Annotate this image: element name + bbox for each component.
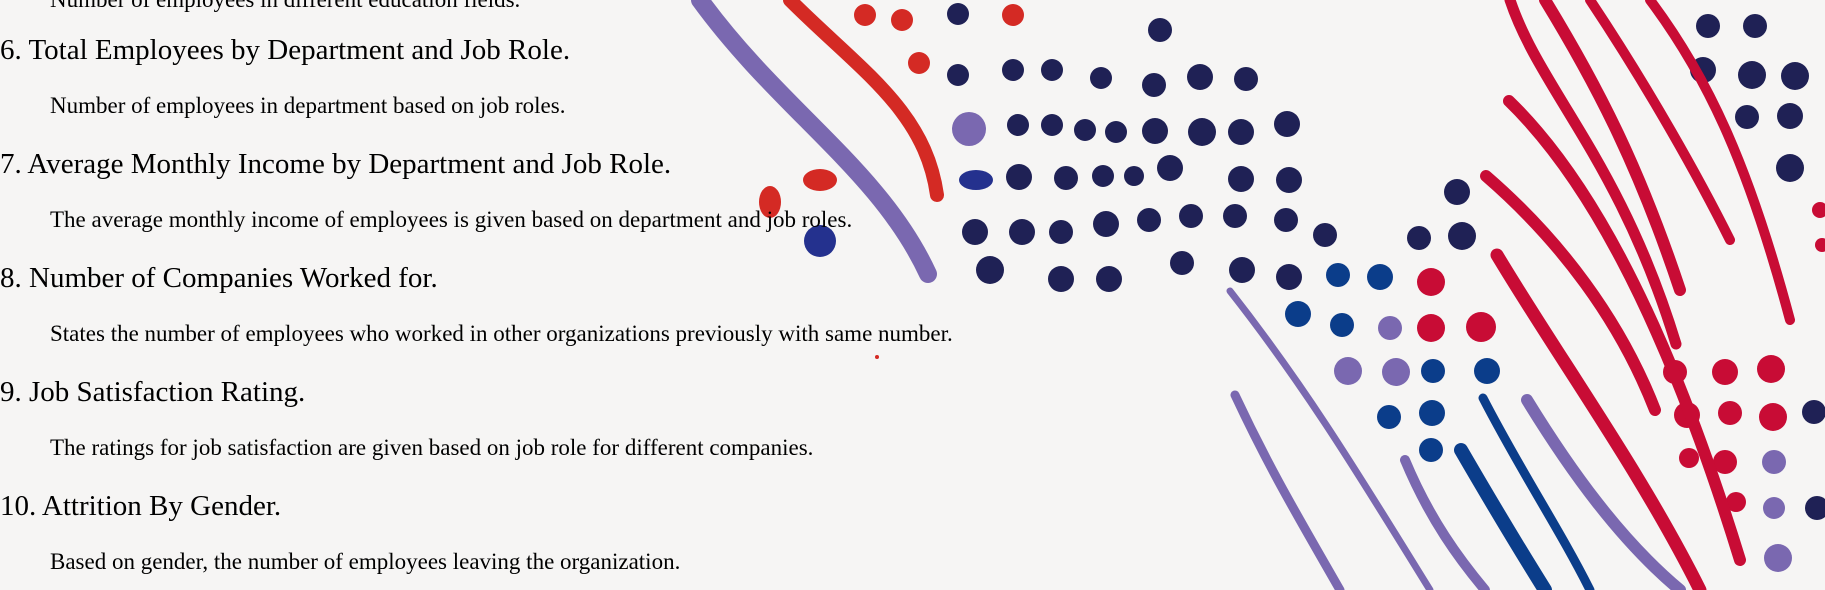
section-heading: 6. Total Employees by Department and Job… (0, 34, 570, 67)
section-description: States the number of employees who worke… (50, 321, 953, 346)
section-description: Number of employees in department based … (50, 93, 566, 118)
section-title: Job Satisfaction Rating. (29, 376, 306, 408)
section-number: 8. (0, 262, 22, 294)
section-title: Average Monthly Income by Department and… (27, 148, 672, 180)
section-heading: 8. Number of Companies Worked for. (0, 262, 438, 295)
section-description: The average monthly income of employees … (50, 207, 853, 232)
section-description: Based on gender, the number of employees… (50, 549, 681, 574)
partial-description: Number of employees in different educati… (50, 0, 520, 13)
section-heading: 9. Job Satisfaction Rating. (0, 376, 305, 409)
section-number: 7. (0, 148, 22, 180)
section-title: Attrition By Gender. (41, 490, 282, 522)
section-number: 9. (0, 376, 22, 408)
document-body: Number of employees in different educati… (0, 0, 1825, 590)
section-heading: 10. Attrition By Gender. (0, 490, 281, 523)
section-number: 10. (0, 490, 37, 522)
section-title: Total Employees by Department and Job Ro… (28, 34, 571, 66)
section-number: 6. (0, 34, 22, 66)
section-heading: 7. Average Monthly Income by Department … (0, 148, 671, 181)
section-title: Number of Companies Worked for. (29, 262, 438, 294)
section-description: The ratings for job satisfaction are giv… (50, 435, 814, 460)
